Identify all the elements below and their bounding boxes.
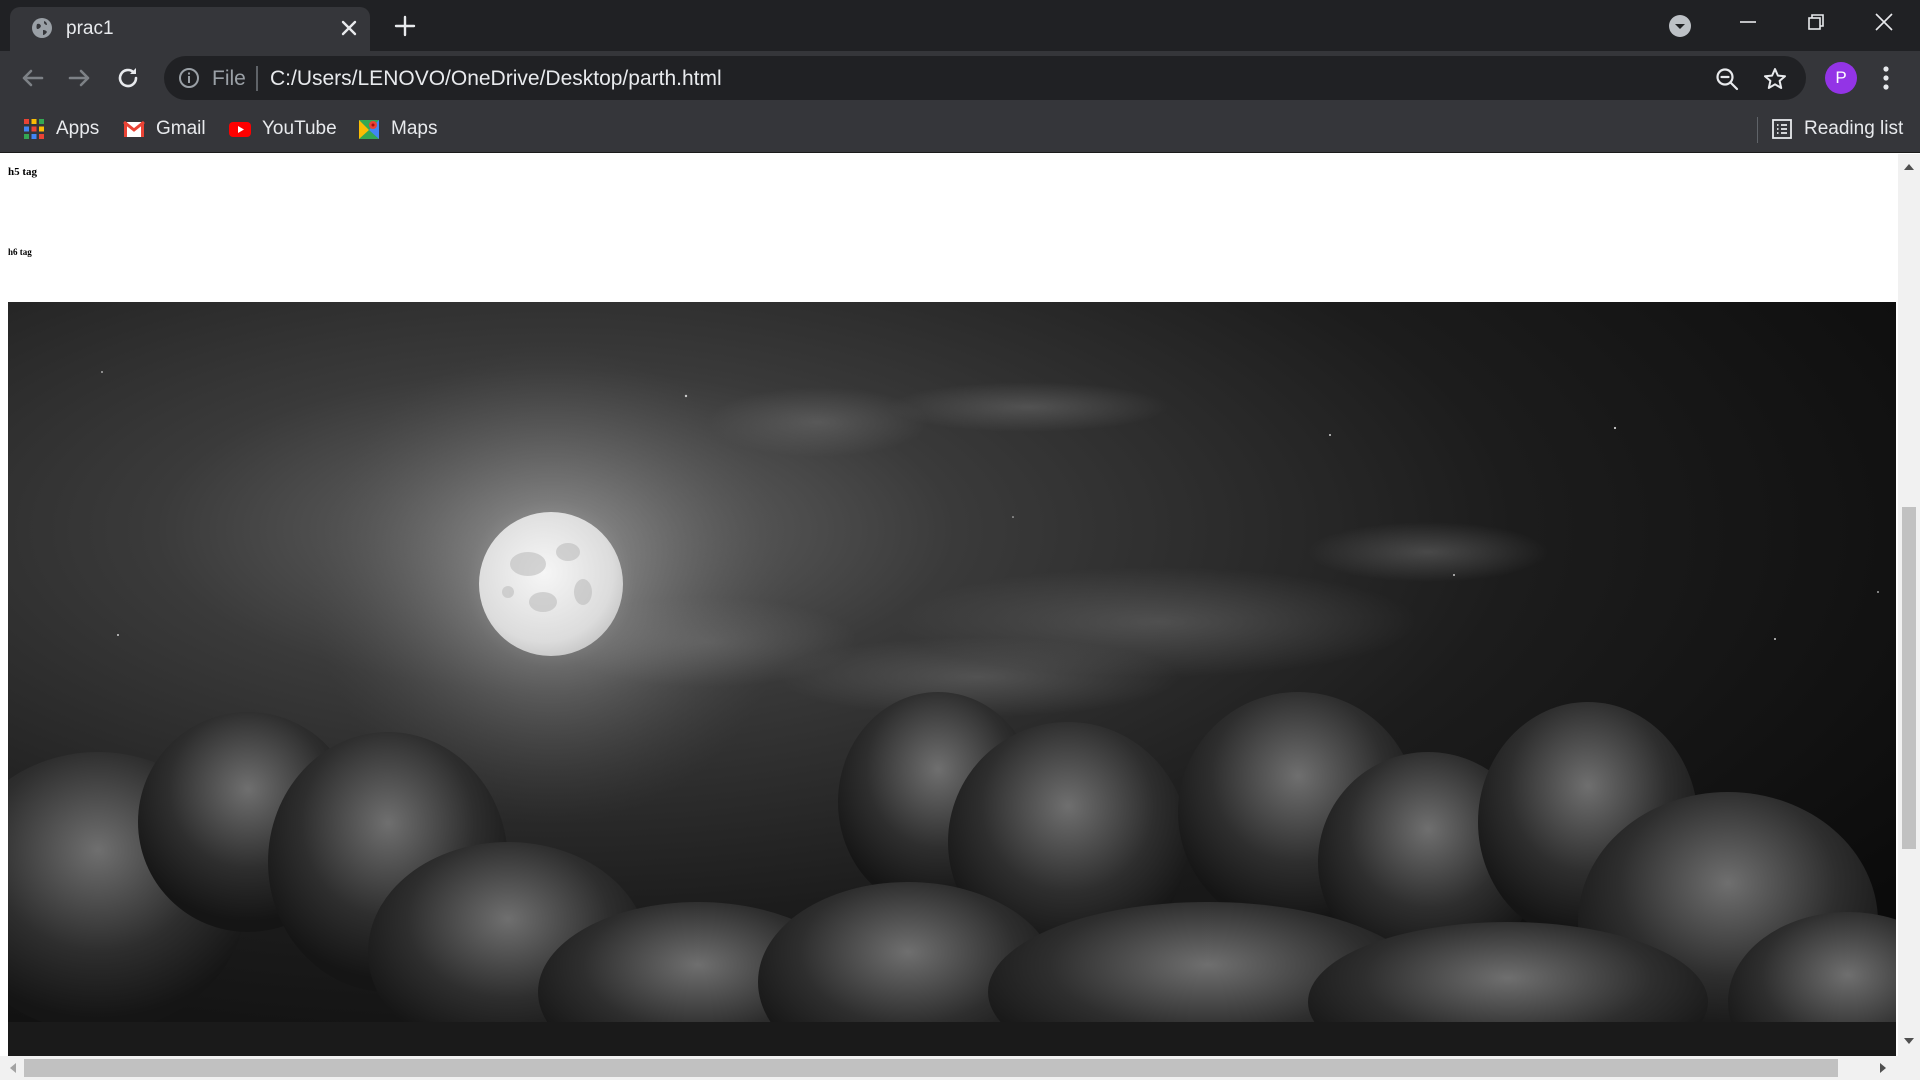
h5-heading: h5 tag <box>8 166 38 178</box>
scroll-left-arrow-icon[interactable] <box>6 1061 20 1075</box>
minimize-button[interactable] <box>1714 0 1782 44</box>
reading-list-button[interactable]: Reading list <box>1770 113 1903 145</box>
back-arrow-icon[interactable] <box>16 62 48 94</box>
tab-title: prac1 <box>66 18 114 39</box>
forward-arrow-icon[interactable] <box>64 62 96 94</box>
bookmark-label: Apps <box>56 118 100 139</box>
bookmark-label: Maps <box>391 118 438 139</box>
bookmarks-bar: Apps Gmail YouTube Maps Reading list <box>0 105 1920 153</box>
tab-search-icon[interactable] <box>1665 11 1695 41</box>
maps-icon <box>359 120 379 139</box>
scheme-label: File <box>212 67 246 90</box>
bookmark-gmail[interactable]: Gmail <box>122 113 206 145</box>
reading-list-label: Reading list <box>1804 118 1904 139</box>
h6-heading: h6 tag <box>8 247 32 257</box>
horizontal-scroll-thumb[interactable] <box>24 1059 1838 1077</box>
tab-prac1[interactable]: prac1 <box>10 7 370 51</box>
close-window-button[interactable] <box>1850 0 1918 44</box>
address-bar[interactable]: File C:/Users/LENOVO/OneDrive/Desktop/pa… <box>164 56 1806 100</box>
scroll-down-arrow-icon[interactable] <box>1902 1034 1916 1048</box>
bookmarks-separator <box>1757 117 1758 143</box>
profile-avatar[interactable]: P <box>1825 62 1857 94</box>
youtube-icon <box>229 122 251 137</box>
info-icon[interactable] <box>178 67 200 89</box>
scroll-up-arrow-icon[interactable] <box>1902 160 1916 174</box>
vertical-scroll-thumb[interactable] <box>1902 507 1916 849</box>
reload-icon[interactable] <box>112 62 144 94</box>
bookmark-youtube[interactable]: YouTube <box>228 113 337 145</box>
minimize-icon <box>1740 21 1756 23</box>
restore-icon <box>1808 14 1824 30</box>
moon-clouds-illustration <box>8 302 1896 1056</box>
page-viewport: h5 tag h6 tag <box>0 154 1898 1056</box>
url-text[interactable]: C:/Users/LENOVO/OneDrive/Desktop/parth.h… <box>270 67 722 91</box>
bookmark-maps[interactable]: Maps <box>357 113 437 145</box>
scroll-right-arrow-icon[interactable] <box>1876 1061 1890 1075</box>
more-menu-icon[interactable] <box>1876 63 1896 93</box>
close-tab-icon[interactable] <box>336 15 362 41</box>
restore-button[interactable] <box>1782 0 1850 44</box>
address-separator <box>256 66 258 91</box>
toolbar: File C:/Users/LENOVO/OneDrive/Desktop/pa… <box>0 51 1920 105</box>
tab-strip: prac1 <box>0 0 1920 51</box>
bookmark-label: Gmail <box>156 118 206 139</box>
close-icon <box>1875 13 1893 31</box>
apps-grid-icon <box>24 119 44 139</box>
reading-list-icon <box>1772 119 1792 139</box>
gmail-icon <box>123 120 145 137</box>
new-tab-icon[interactable] <box>390 11 420 41</box>
zoom-icon[interactable] <box>1714 66 1740 92</box>
bookmark-label: YouTube <box>262 118 337 139</box>
globe-icon <box>32 18 52 38</box>
moon-clouds-image <box>8 302 1896 1056</box>
bookmark-apps[interactable]: Apps <box>22 113 99 145</box>
browser-window: prac1 File C:/Users/LENOVO/OneDrive/Desk… <box>0 0 1920 1080</box>
bookmark-star-icon[interactable] <box>1762 66 1788 92</box>
